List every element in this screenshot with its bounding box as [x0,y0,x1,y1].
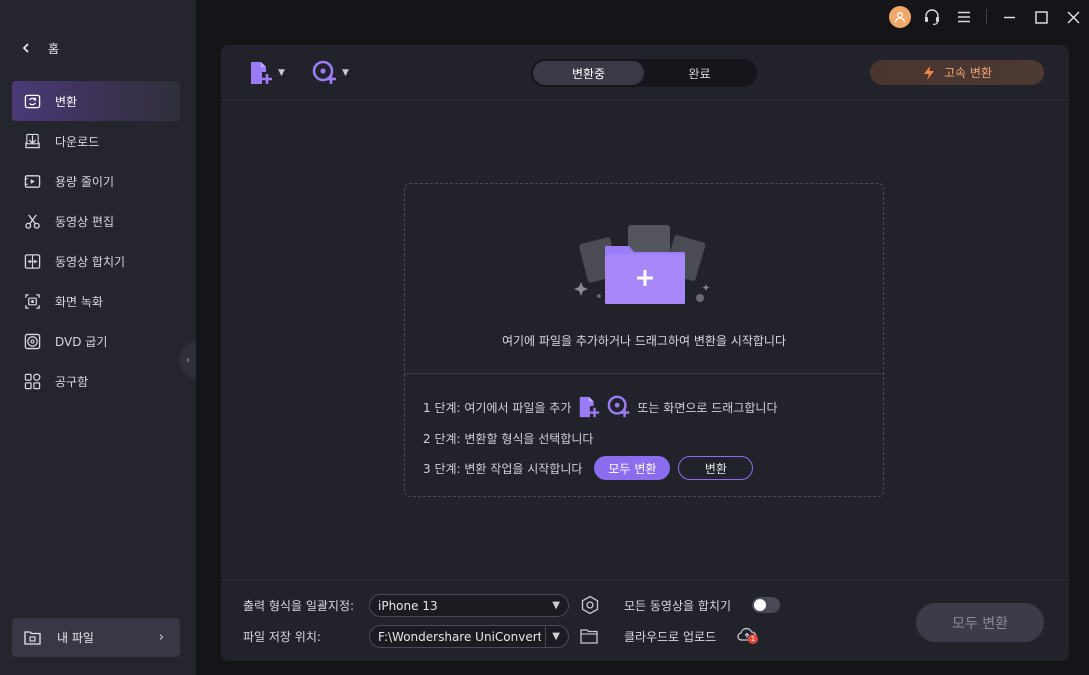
close-icon [1067,11,1079,23]
chevron-down-icon: ▼ [552,631,560,642]
folder-illustration [573,220,713,313]
sidebar-item-edit[interactable]: 동영상 편집 [12,201,180,241]
drop-zone-divider [405,373,883,374]
merge-icon [24,253,41,269]
step-3: 3 단계: 변환 작업을 시작합니다 모두 변환 변환 [423,456,754,480]
avatar [889,6,911,28]
sidebar-item-label: 화면 녹화 [55,294,103,309]
drop-zone-area[interactable]: 여기에 파일을 추가하거나 드래그하여 변환을 시작합니다 [405,184,883,373]
menu-icon [958,11,970,23]
close-button[interactable] [1057,0,1089,34]
cloud-upload-label: 클라우드로 업로드 [624,630,717,644]
toolbar: ▼ ▼ 변환중 완료 고속 변환 [221,45,1069,101]
menu-button[interactable] [948,0,980,34]
record-icon [25,293,40,309]
user-icon [894,11,906,23]
my-files-label: 내 파일 [57,631,94,645]
step-2: 2 단계: 변환할 형식을 선택합니다 [423,430,593,447]
chevron-down-icon: ▼ [342,68,349,78]
sidebar-item-label: 공구함 [55,374,89,389]
drop-zone[interactable]: 여기에 파일을 추가하거나 드래그하여 변환을 시작합니다 1 단계: 여기에서… [404,183,884,497]
add-disc-button[interactable]: ▼ [312,60,349,86]
output-format-value: iPhone 13 [378,598,438,613]
fast-convert-label: 고속 변환 [944,66,992,80]
sidebar-item-record[interactable]: 화면 녹화 [12,281,180,321]
sidebar-item-label: 다운로드 [55,134,100,149]
drop-zone-hint: 여기에 파일을 추가하거나 드래그하여 변환을 시작합니다 [501,334,787,348]
fast-convert-button[interactable]: 고속 변환 [870,60,1044,85]
home-link[interactable]: 홈 [22,38,59,58]
step-1-suffix: 또는 화면으로 드래그합니다 [637,400,778,415]
chevron-left-icon: ‹ [186,354,190,366]
account-button[interactable] [884,0,916,34]
add-folder-icon [574,225,710,304]
step-2-text: 2 단계: 변환할 형식을 선택합니다 [423,432,594,446]
support-button[interactable] [916,0,948,34]
tab-converting[interactable]: 변환중 [533,61,644,85]
cloud-upload-button[interactable]: 1 [737,626,759,646]
convert-icon [24,94,41,108]
main-panel: ▼ ▼ 변환중 완료 고속 변환 여기에 파일을 추가하거나 드래그하여 변환을… [221,45,1069,661]
home-label: 홈 [48,41,60,56]
sidebar: 홈 변환 다운로드 용량 줄이기 동영상 편집 동영상 합치기 화면 녹화 DV… [0,0,196,675]
minimize-icon [1003,16,1015,18]
folder-icon [24,631,41,645]
step-1-prefix: 1 단계: 여기에서 파일을 추가 [423,400,572,415]
notification-badge: 1 [748,634,758,644]
sidebar-nav: 변환 다운로드 용량 줄이기 동영상 편집 동영상 합치기 화면 녹화 DVD … [12,81,180,401]
disc-icon [24,333,41,349]
add-disc-icon[interactable] [607,395,631,419]
compress-icon [24,174,41,188]
sidebar-item-label: 용량 줄이기 [55,174,115,189]
title-bar-divider [986,9,987,25]
chevron-down-icon: ▼ [278,68,285,78]
sidebar-item-convert[interactable]: 변환 [12,81,180,121]
output-format-label: 출력 형식을 일괄지정: [243,599,355,613]
sidebar-item-toolbox[interactable]: 공구함 [12,361,180,401]
bottom-bar: 출력 형식을 일괄지정: iPhone 13 ▼ 모든 동영상을 합치기 파일 … [221,580,1069,661]
maximize-icon [1034,10,1048,24]
output-format-select[interactable]: iPhone 13 ▼ [369,594,569,617]
sidebar-item-label: DVD 굽기 [55,334,108,349]
add-file-button[interactable]: ▼ [248,60,285,86]
add-disc-icon [312,60,336,84]
maximize-button[interactable] [1025,0,1057,34]
merge-label: 모든 동영상을 합치기 [624,599,731,613]
add-file-icon[interactable] [577,395,601,419]
save-location-label: 파일 저장 위치: [243,630,321,644]
headset-icon [925,9,939,26]
step-3-text: 3 단계: 변환 작업을 시작합니다 [423,461,583,476]
sidebar-item-label: 변환 [55,94,78,109]
step-convert-all-button[interactable]: 모두 변환 [594,456,671,480]
chevron-left-icon [22,43,29,53]
select-divider [545,626,547,647]
save-location-select[interactable]: F:\Wondershare UniConverter ▼ [369,625,569,648]
scissors-icon [25,213,40,229]
save-location-value: F:\Wondershare UniConverter [378,629,542,644]
add-file-icon [251,62,272,84]
status-tabs: 변환중 완료 [531,59,757,87]
convert-all-button[interactable]: 모두 변환 [916,603,1044,642]
folder-open-icon[interactable] [580,628,598,644]
lightning-icon [924,65,934,80]
tab-completed[interactable]: 완료 [644,61,755,85]
sidebar-item-label: 동영상 합치기 [55,254,126,269]
download-icon [25,133,40,148]
sidebar-item-label: 동영상 편집 [55,214,115,229]
settings-icon[interactable] [580,595,600,615]
step-1: 1 단계: 여기에서 파일을 추가 또는 화면으로 드래그합니다 [423,395,778,419]
merge-toggle[interactable] [752,597,780,613]
sidebar-item-compress[interactable]: 용량 줄이기 [12,161,180,201]
sidebar-item-dvd[interactable]: DVD 굽기 [12,321,180,361]
sidebar-item-download[interactable]: 다운로드 [12,121,180,161]
step-convert-button[interactable]: 변환 [678,456,754,480]
chevron-down-icon: ▼ [552,600,560,611]
sidebar-item-merge[interactable]: 동영상 합치기 [12,241,180,281]
chevron-right-icon: › [158,630,164,645]
minimize-button[interactable] [993,0,1025,34]
title-bar [869,0,1089,34]
toolbox-icon [24,373,41,389]
my-files-button[interactable]: 내 파일 › [12,618,180,657]
